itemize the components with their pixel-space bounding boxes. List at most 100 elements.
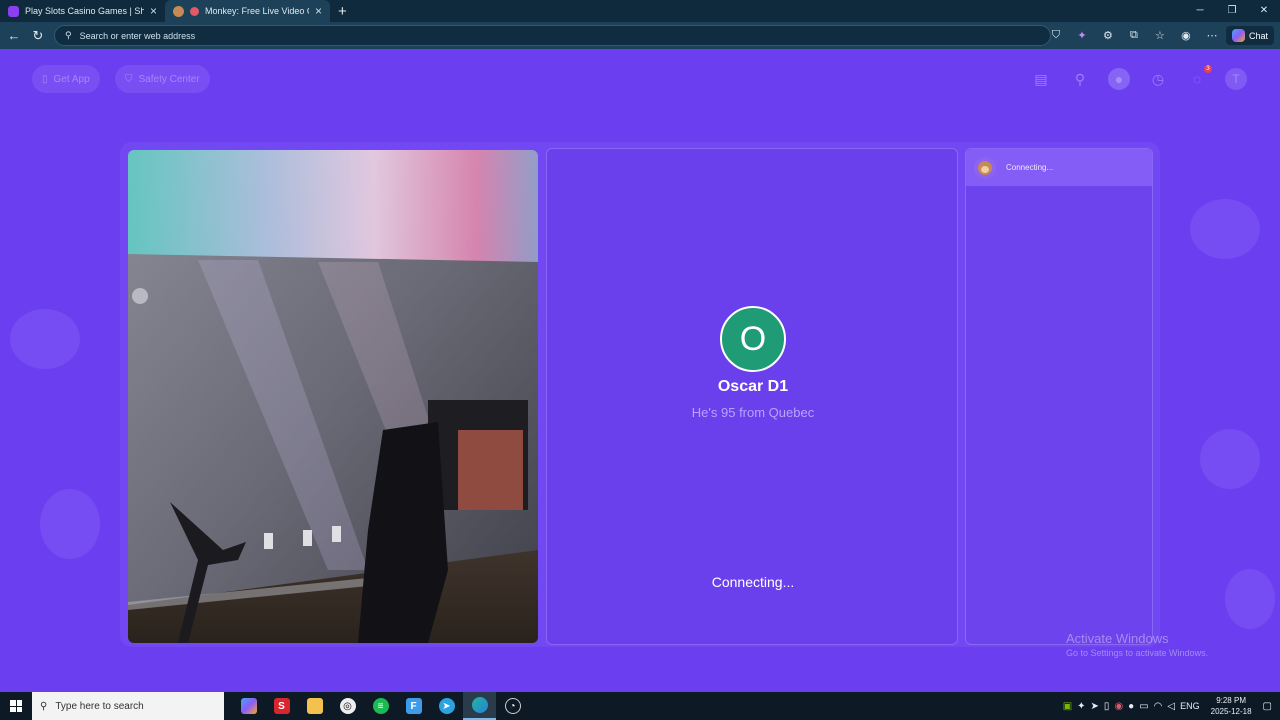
page: ▯ Get App ⛉ Safety Center ▤ ⚲ ● ◷ ◌3 T [0,49,1280,692]
wifi-icon[interactable]: ◠ [1154,701,1163,712]
background-blob [1190,199,1260,259]
toolbar-actions: ⛉ ✦ ⚙ ⧉ ☆ ◉ ⋯ Chat [1044,22,1280,49]
notifications-icon[interactable]: ▢ [1263,701,1272,712]
taskbar-spotify[interactable]: ≡ [364,692,397,720]
background-blob [40,489,100,559]
search-icon[interactable]: ⚲ [1069,68,1091,90]
shuffle-favicon-icon [8,5,19,17]
taskbar: ⚲ Type here to search S ◎ ≡ F ➤ ◔ ▣ ✦ ➤ … [0,692,1280,720]
search-icon: ⚲ [40,700,48,712]
search-icon: ⚲ [65,30,72,40]
refresh-icon[interactable]: ↻ [26,28,50,44]
history-icon[interactable]: ◷ [1147,68,1169,90]
taskbar-file-explorer[interactable] [298,692,331,720]
extensions-icon[interactable]: ⚙ [1096,29,1120,42]
clock[interactable]: 9:28 PM 2025-12-18 [1211,695,1252,717]
taskbar-app-dial[interactable]: ◔ [496,692,529,720]
maximize-icon[interactable]: ❐ [1216,0,1248,22]
activation-watermark: Activate Windows Go to Settings to activ… [1066,631,1208,658]
connection-status: Connecting... [711,574,795,590]
safety-center-button[interactable]: ⛉ Safety Center [115,65,210,93]
clock-time: 9:28 PM [1216,696,1246,705]
tab-title: Play Slots Casino Games | Shuffle [25,6,144,16]
watermark-title: Activate Windows [1066,631,1169,646]
taskbar-copilot[interactable] [232,692,265,720]
favorites-icon[interactable]: ☆ [1148,29,1172,42]
watermark-subtitle: Go to Settings to activate Windows. [1066,648,1209,658]
back-icon[interactable]: ← [2,28,26,43]
language-indicator[interactable]: ENG [1180,701,1200,711]
taskbar-edge[interactable] [463,692,496,720]
background-blob [10,309,80,369]
system-tray: ▣ ✦ ➤ ▯ ◉ ● ▭ ◠ ◁ ENG 9:28 PM 2025-12-18… [1063,692,1280,720]
split-screen-icon[interactable]: ⧉ [1122,29,1146,42]
more-icon[interactable]: ⋯ [1200,29,1224,42]
coin-icon[interactable]: ● [1108,68,1130,90]
nvidia-icon[interactable]: ▣ [1063,701,1072,712]
app-icon: ◎ [339,698,356,714]
store-icon[interactable]: ▤ [1030,68,1052,90]
volume-icon[interactable]: ◁ [1167,701,1175,712]
background-blob [1225,569,1275,629]
monkey-favicon-icon [173,5,184,17]
telegram-tray-icon[interactable]: ➤ [1091,701,1099,712]
get-app-label: Get App [53,73,90,85]
messages-icon[interactable]: ◌ 3 [1186,65,1212,90]
app-icon: ◔ [504,698,521,714]
safety-center-label: Safety Center [138,73,200,85]
tab-bar: Play Slots Casino Games | Shuffle × Monk… [0,0,1280,22]
minimize-icon[interactable]: ─ [1184,0,1216,22]
chat-button[interactable]: Chat [1225,26,1274,45]
tab-title: Monkey: Free Live Video Chat [205,6,309,16]
app-tray-icon[interactable]: ◉ [1114,701,1123,712]
usb-icon[interactable]: ▯ [1104,701,1110,712]
microphone-icon[interactable]: ● [1128,701,1134,712]
new-tab-button[interactable]: + [338,3,347,20]
copilot-logo-icon [1231,29,1245,42]
monkey-icon [974,156,996,179]
profile-initial: T [1232,72,1240,86]
tab-monkey[interactable]: Monkey: Free Live Video Chat × [165,0,330,22]
copilot-icon[interactable]: ✦ [1070,29,1094,42]
browser-toolbar: ← ↻ ⚲ Search or enter web address ⛉ ✦ ⚙ … [0,22,1280,49]
phone-icon: ▯ [42,73,48,85]
shield-check-icon: ⛉ [125,73,133,85]
taskbar-telegram[interactable]: ➤ [430,692,463,720]
sidebar-status: Connecting... [1006,163,1054,172]
get-app-button[interactable]: ▯ Get App [32,65,100,93]
chat-sidebar: Connecting... [965,148,1153,645]
background-blob [1200,429,1260,489]
address-bar[interactable]: ⚲ Search or enter web address [54,25,1051,46]
match-avatar: O [720,306,786,372]
taskbar-app-circle[interactable]: ◎ [331,692,364,720]
site-header: ▯ Get App ⛉ Safety Center ▤ ⚲ ● ◷ ◌ 3 T [0,49,1280,109]
close-window-icon[interactable]: ✕ [1248,0,1280,22]
match-description: He's 95 from Quebec [691,405,815,420]
taskbar-app-red[interactable]: S [265,692,298,720]
start-button[interactable] [0,692,32,720]
profile-avatar[interactable]: T [1225,68,1247,90]
copilot-icon [240,698,257,714]
taskbar-apps: S ◎ ≡ F ➤ ◔ [232,692,529,720]
tab-shuffle[interactable]: Play Slots Casino Games | Shuffle × [0,0,165,22]
folder-icon [306,698,323,714]
close-tab-icon[interactable]: × [150,4,157,18]
copilot-tray-icon[interactable]: ✦ [1077,701,1085,712]
taskbar-app-blue[interactable]: F [397,692,430,720]
clock-date: 2025-12-18 [1210,707,1252,716]
windows-icon [10,700,22,712]
avatar-initial: O [739,319,767,358]
profile-icon[interactable]: ◉ [1174,29,1198,42]
close-tab-icon[interactable]: × [315,4,322,18]
match-name: Oscar D1 [717,378,789,395]
local-video-feed [128,150,538,643]
shield-icon[interactable]: ⛉ [1044,29,1068,42]
battery-icon[interactable]: ▭ [1139,701,1148,712]
app-icon: F [405,698,422,714]
sidebar-header: Connecting... [966,149,1152,186]
taskbar-search[interactable]: ⚲ Type here to search [32,692,224,720]
chat-label: Chat [1248,30,1268,41]
window-controls: ─ ❐ ✕ [1184,0,1280,22]
recording-icon [190,6,199,16]
address-placeholder: Search or enter web address [79,30,196,41]
